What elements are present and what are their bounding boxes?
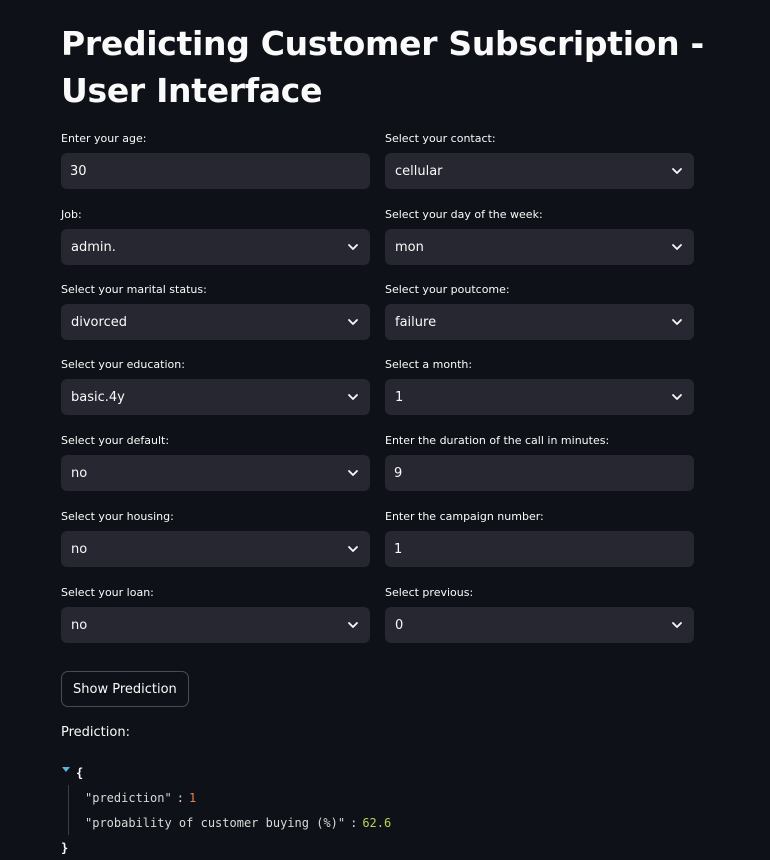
campaign-field-group: Enter the campaign number: 1: [385, 510, 694, 567]
duration-label: Enter the duration of the call in minute…: [385, 434, 610, 447]
job-label: Job:: [61, 208, 82, 221]
json-colon: :: [350, 815, 358, 830]
housing-value: no: [71, 541, 88, 557]
chevron-down-icon: [346, 542, 360, 556]
json-close-brace: }: [61, 840, 69, 855]
chevron-down-icon: [346, 240, 360, 254]
json-colon: :: [176, 790, 184, 805]
duration-input[interactable]: 9: [385, 455, 694, 491]
loan-field-group: Select your loan: no: [61, 586, 370, 643]
campaign-label: Enter the campaign number:: [385, 510, 544, 523]
previous-value: 0: [395, 617, 404, 633]
job-value: admin.: [71, 239, 116, 255]
page-title: Predicting Customer Subscription - User …: [61, 24, 704, 110]
day-of-week-label: Select your day of the week:: [385, 208, 543, 221]
chevron-down-icon: [670, 240, 684, 254]
campaign-value: 1: [394, 541, 403, 557]
json-row-prediction: "prediction" : 1: [85, 785, 391, 810]
json-body: "prediction" : 1 "probability of custome…: [68, 785, 391, 835]
age-label: Enter your age:: [61, 132, 147, 145]
duration-value: 9: [394, 465, 403, 481]
chevron-down-icon: [670, 390, 684, 404]
loan-value: no: [71, 617, 88, 633]
contact-label: Select your contact:: [385, 132, 496, 145]
json-row-probability: "probability of customer buying (%)" : 6…: [85, 810, 391, 835]
chevron-down-icon: [670, 618, 684, 632]
json-value-probability: 62.6: [362, 815, 392, 830]
default-field-group: Select your default: no: [61, 434, 370, 491]
marital-value: divorced: [71, 314, 127, 330]
json-key-probability: "probability of customer buying (%)": [85, 815, 346, 830]
contact-field-group: Select your contact: cellular: [385, 132, 694, 189]
day-of-week-field-group: Select your day of the week: mon: [385, 208, 694, 265]
previous-label: Select previous:: [385, 586, 474, 599]
prediction-json-viewer: { "prediction" : 1 "probability of custo…: [61, 760, 391, 860]
marital-label: Select your marital status:: [61, 283, 207, 296]
json-open-brace: {: [76, 765, 84, 780]
month-value: 1: [395, 389, 404, 405]
previous-select[interactable]: 0: [385, 607, 694, 643]
poutcome-field-group: Select your poutcome: failure: [385, 283, 694, 340]
loan-label: Select your loan:: [61, 586, 154, 599]
education-select[interactable]: basic.4y: [61, 379, 370, 415]
poutcome-value: failure: [395, 314, 437, 330]
campaign-input[interactable]: 1: [385, 531, 694, 567]
loan-select[interactable]: no: [61, 607, 370, 643]
age-value: 30: [70, 163, 87, 179]
app-page: Predicting Customer Subscription - User …: [0, 0, 770, 860]
default-label: Select your default:: [61, 434, 170, 447]
housing-label: Select your housing:: [61, 510, 174, 523]
chevron-down-icon: [346, 390, 360, 404]
default-value: no: [71, 465, 88, 481]
prediction-label: Prediction:: [61, 725, 130, 740]
show-prediction-button[interactable]: Show Prediction: [61, 671, 189, 707]
json-value-prediction: 1: [188, 790, 197, 805]
housing-field-group: Select your housing: no: [61, 510, 370, 567]
previous-field-group: Select previous: 0: [385, 586, 694, 643]
contact-select[interactable]: cellular: [385, 153, 694, 189]
chevron-down-icon: [346, 466, 360, 480]
day-of-week-select[interactable]: mon: [385, 229, 694, 265]
day-of-week-value: mon: [395, 239, 424, 255]
month-select[interactable]: 1: [385, 379, 694, 415]
duration-field-group: Enter the duration of the call in minute…: [385, 434, 694, 491]
housing-select[interactable]: no: [61, 531, 370, 567]
job-field-group: Job: admin.: [61, 208, 370, 265]
education-field-group: Select your education: basic.4y: [61, 358, 370, 415]
marital-select[interactable]: divorced: [61, 304, 370, 340]
caret-down-icon[interactable]: [62, 767, 70, 772]
default-select[interactable]: no: [61, 455, 370, 491]
marital-field-group: Select your marital status: divorced: [61, 283, 370, 340]
age-field-group: Enter your age: 30: [61, 132, 370, 189]
month-field-group: Select a month: 1: [385, 358, 694, 415]
age-input[interactable]: 30: [61, 153, 370, 189]
chevron-down-icon: [346, 618, 360, 632]
month-label: Select a month:: [385, 358, 473, 371]
chevron-down-icon: [670, 315, 684, 329]
chevron-down-icon: [346, 315, 360, 329]
poutcome-select[interactable]: failure: [385, 304, 694, 340]
chevron-down-icon: [670, 164, 684, 178]
poutcome-label: Select your poutcome:: [385, 283, 510, 296]
job-select[interactable]: admin.: [61, 229, 370, 265]
json-key-prediction: "prediction": [85, 790, 172, 805]
education-label: Select your education:: [61, 358, 185, 371]
contact-value: cellular: [395, 163, 443, 179]
education-value: basic.4y: [71, 389, 125, 405]
